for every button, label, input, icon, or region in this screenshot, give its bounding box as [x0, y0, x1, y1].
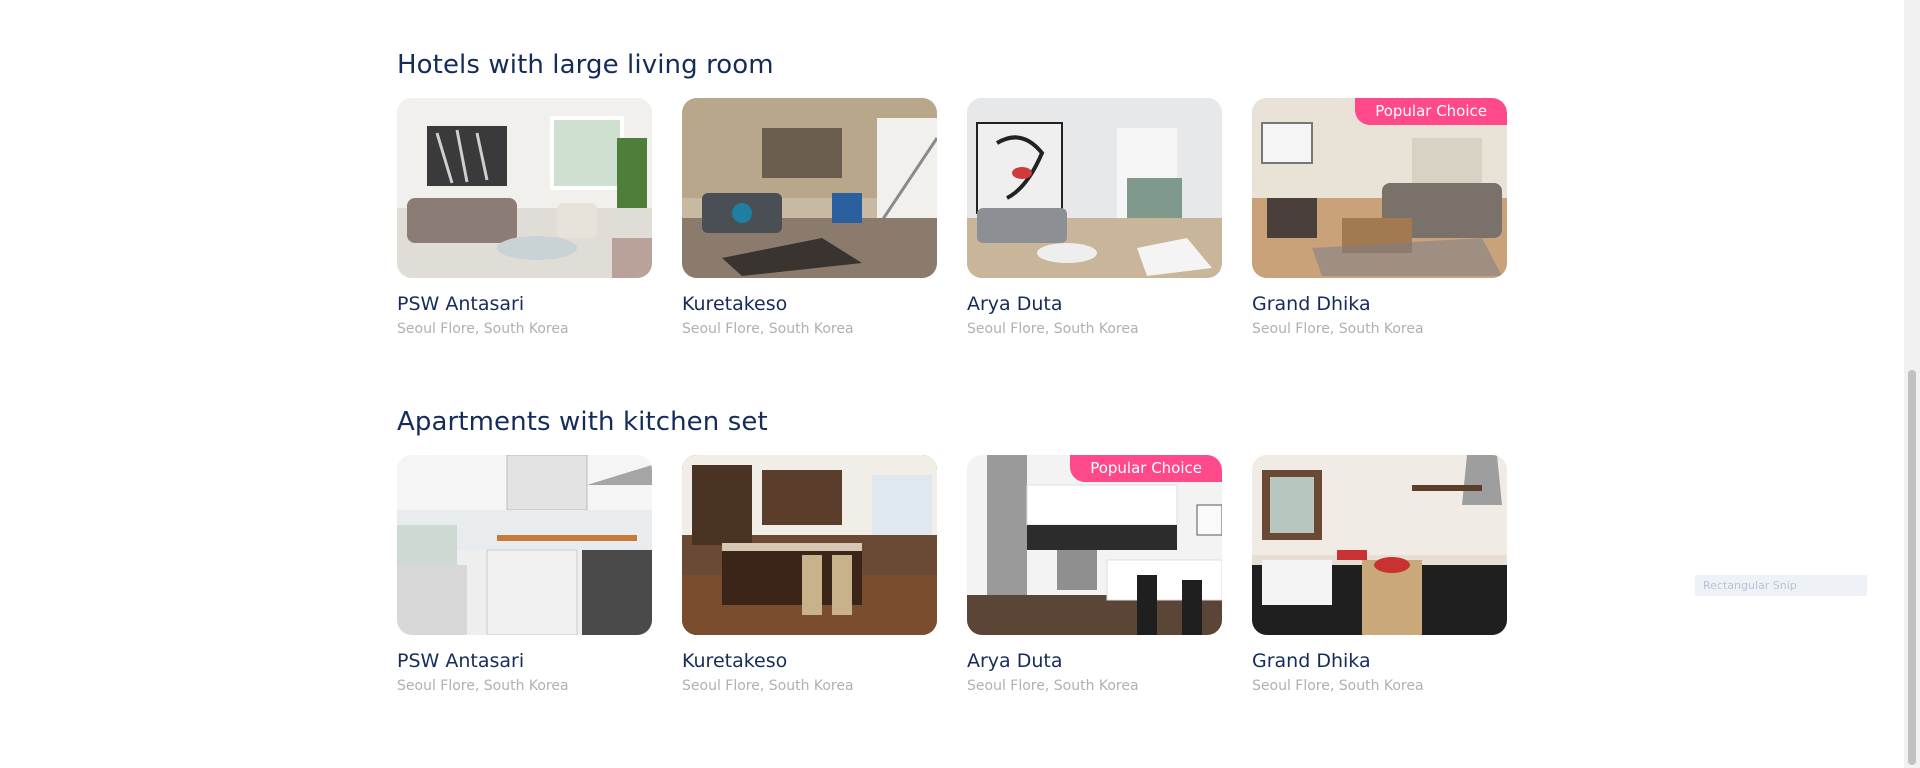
section-title: Apartments with kitchen set: [397, 407, 768, 437]
listing-card[interactable]: Kuretakeso Seoul Flore, South Korea: [682, 98, 937, 337]
popular-choice-badge: Popular Choice: [1070, 455, 1222, 482]
listing-location: Seoul Flore, South Korea: [397, 678, 569, 694]
card-list: PSW Antasari Seoul Flore, South Korea Ku…: [397, 455, 1507, 694]
listing-location: Seoul Flore, South Korea: [397, 321, 569, 337]
listing-name[interactable]: Kuretakeso: [682, 293, 937, 315]
listing-card[interactable]: Grand Dhika Seoul Flore, South Korea: [1252, 455, 1507, 694]
listing-card[interactable]: Popular Choice Grand Dhika Seoul Flore, …: [1252, 98, 1507, 337]
listing-location: Seoul Flore, South Korea: [967, 678, 1139, 694]
listing-name[interactable]: PSW Antasari: [397, 650, 652, 672]
listing-location: Seoul Flore, South Korea: [967, 321, 1139, 337]
listing-location: Seoul Flore, South Korea: [1252, 321, 1424, 337]
vertical-scrollbar[interactable]: [1904, 0, 1920, 768]
listing-name[interactable]: Grand Dhika: [1252, 293, 1507, 315]
listing-card[interactable]: Arya Duta Seoul Flore, South Korea: [967, 98, 1222, 337]
listing-name[interactable]: Kuretakeso: [682, 650, 937, 672]
page: Hotels with large living room PSW Antasa…: [0, 0, 1904, 768]
listing-photo[interactable]: [682, 455, 937, 635]
scrollbar-thumb[interactable]: [1908, 370, 1916, 765]
listing-name[interactable]: Grand Dhika: [1252, 650, 1507, 672]
listing-card[interactable]: Popular Choice Arya Duta Seoul Flore, So…: [967, 455, 1222, 694]
listing-card[interactable]: Kuretakeso Seoul Flore, South Korea: [682, 455, 937, 694]
listing-name[interactable]: PSW Antasari: [397, 293, 652, 315]
listing-photo[interactable]: [682, 98, 937, 278]
listing-photo[interactable]: Popular Choice: [967, 455, 1222, 635]
listing-photo[interactable]: [967, 98, 1222, 278]
listing-name[interactable]: Arya Duta: [967, 650, 1222, 672]
listing-photo[interactable]: [1252, 455, 1507, 635]
popular-choice-badge: Popular Choice: [1355, 98, 1507, 125]
section-title: Hotels with large living room: [397, 50, 774, 80]
snip-tool-overlay: Rectangular Snip: [1695, 575, 1867, 596]
listing-card[interactable]: PSW Antasari Seoul Flore, South Korea: [397, 98, 652, 337]
listing-photo[interactable]: Popular Choice: [1252, 98, 1507, 278]
listing-location: Seoul Flore, South Korea: [1252, 678, 1424, 694]
listing-name[interactable]: Arya Duta: [967, 293, 1222, 315]
section-kitchen-set: Apartments with kitchen set PSW Antasari…: [397, 407, 1507, 694]
card-list: PSW Antasari Seoul Flore, South Korea Ku…: [397, 98, 1507, 337]
section-living-room: Hotels with large living room PSW Antasa…: [397, 50, 1507, 337]
listing-location: Seoul Flore, South Korea: [682, 678, 854, 694]
listing-photo[interactable]: [397, 98, 652, 278]
listing-card[interactable]: PSW Antasari Seoul Flore, South Korea: [397, 455, 652, 694]
listing-location: Seoul Flore, South Korea: [682, 321, 854, 337]
listing-photo[interactable]: [397, 455, 652, 635]
